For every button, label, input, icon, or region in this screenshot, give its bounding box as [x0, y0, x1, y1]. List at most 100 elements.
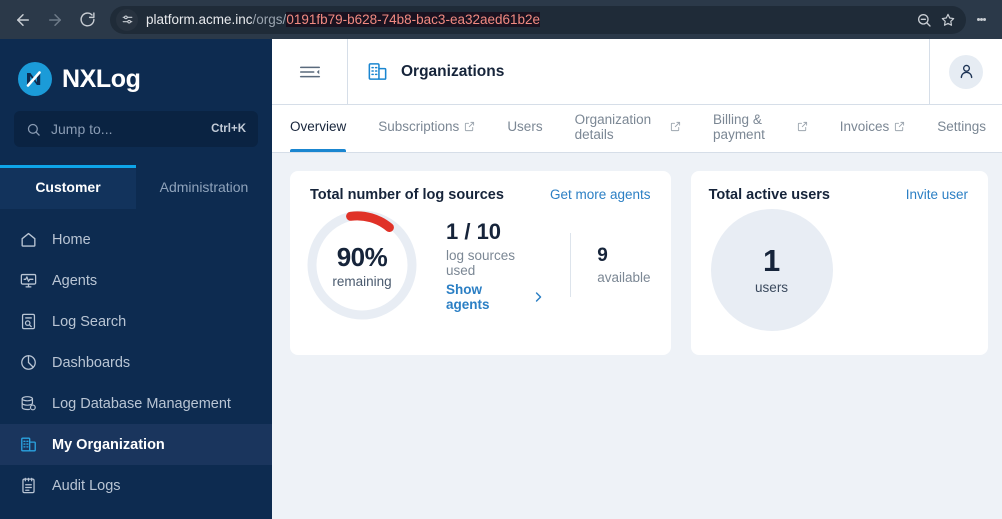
url-text[interactable]: platform.acme.inc/orgs/0191fb79-b628-74b…: [146, 12, 906, 27]
organization-building-icon: [18, 435, 38, 455]
tab-label: Organization details: [574, 111, 652, 142]
sidebar-item-label: Log Database Management: [52, 395, 231, 412]
top-bar: Organizations: [272, 39, 1002, 105]
url-selected-text: 0191fb79-b628-74b8-bac3-ea32aed61b2e: [286, 12, 541, 27]
url-path: /orgs/: [252, 12, 287, 27]
sidebar-item-label: Log Search: [52, 313, 127, 330]
user-menu[interactable]: [930, 39, 1002, 104]
tab-invoices[interactable]: Invoices: [824, 105, 922, 152]
get-more-agents-link[interactable]: Get more agents: [550, 187, 651, 202]
sidebar: NXLog Jump to... Ctrl+K Customer Adminis…: [0, 39, 272, 519]
sidebar-item-home[interactable]: Home: [0, 219, 272, 260]
sidebar-item-agents[interactable]: Agents: [0, 260, 272, 301]
active-users-title: Total active users: [708, 187, 830, 203]
browser-menu-button[interactable]: [968, 5, 994, 35]
star-icon[interactable]: [940, 12, 956, 28]
url-host: platform.acme.inc: [146, 12, 253, 27]
sidebar-item-log-search[interactable]: Log Search: [0, 301, 272, 342]
active-users-label: users: [755, 280, 789, 295]
back-arrow-icon: [17, 13, 29, 26]
site-settings-icon: [122, 15, 132, 24]
sidebar-tab-label: Administration: [159, 179, 249, 195]
tab-organization-details[interactable]: Organization details: [559, 105, 697, 152]
sidebar-tab-label: Customer: [35, 179, 101, 195]
tab-subscriptions[interactable]: Subscriptions: [362, 105, 491, 152]
user-avatar-icon: [960, 64, 972, 79]
show-agents-label: Show agents: [446, 281, 490, 312]
browser-toolbar: platform.acme.inc/orgs/0191fb79-b628-74b…: [0, 0, 1002, 39]
log-sources-available-value: 9: [597, 245, 608, 266]
zoom-out-icon[interactable]: [916, 12, 932, 28]
tab-label: Billing & payment: [713, 111, 765, 142]
tab-settings[interactable]: Settings: [921, 105, 1002, 152]
sidebar-item-dashboards[interactable]: Dashboards: [0, 342, 272, 383]
site-info-button[interactable]: [116, 8, 138, 31]
dashboards-pie-icon: [18, 353, 38, 373]
page-title-text: Organizations: [401, 62, 505, 80]
log-sources-used-value: 1 / 10: [446, 218, 502, 244]
search-icon: [27, 123, 40, 136]
log-sources-available-stat: 9 available: [571, 245, 650, 285]
tab-label: Subscriptions: [378, 119, 460, 134]
active-users-circle-chart: 1 users: [710, 209, 833, 331]
database-icon: [18, 394, 38, 414]
donut-sublabel: remaining: [332, 273, 392, 289]
browser-window: platform.acme.inc/orgs/0191fb79-b628-74b…: [0, 0, 1002, 519]
sidebar-item-my-organization[interactable]: My Organization: [0, 424, 272, 465]
sidebar-tabs: Customer Administration: [0, 165, 272, 209]
reload-button[interactable]: [72, 5, 102, 35]
log-search-icon: [18, 312, 38, 332]
organizations-building-icon: [368, 63, 387, 80]
tab-label: Overview: [290, 119, 347, 134]
main-area: Organizations Overview Subscriptions Use…: [272, 39, 1002, 519]
home-icon: [18, 230, 38, 250]
tab-users[interactable]: Users: [491, 105, 558, 152]
collapse-sidebar-button[interactable]: [272, 39, 347, 104]
brand-name: NXLog: [62, 64, 141, 93]
sidebar-item-audit-logs[interactable]: Audit Logs: [0, 465, 272, 506]
collapse-sidebar-icon: [299, 66, 320, 77]
sidebar-item-label: Dashboards: [52, 354, 131, 371]
external-link-icon: [894, 121, 905, 132]
sidebar-nav: Home Agents Log Search Dashboards Log Da…: [0, 219, 272, 519]
sidebar-item-label: Home: [52, 231, 91, 248]
active-users-card: Total active users Invite user 1 users: [690, 171, 988, 355]
tab-label: Users: [507, 119, 543, 134]
active-users-count: 1: [762, 243, 781, 278]
address-bar[interactable]: platform.acme.inc/orgs/0191fb79-b628-74b…: [110, 5, 966, 34]
sidebar-tab-administration[interactable]: Administration: [136, 165, 272, 209]
external-link-icon: [464, 121, 475, 132]
content-tabs: Overview Subscriptions Users Organizatio…: [272, 105, 1002, 153]
log-sources-title: Total number of log sources: [310, 187, 504, 203]
donut-percent: 90%: [336, 241, 388, 272]
tab-label: Settings: [937, 119, 986, 134]
external-link-icon: [797, 121, 808, 132]
forward-arrow-icon: [49, 13, 61, 26]
tab-billing-payment[interactable]: Billing & payment: [697, 105, 824, 152]
reload-icon: [79, 12, 95, 27]
log-sources-card: Total number of log sources Get more age…: [290, 171, 671, 355]
log-sources-donut-chart: 90% remaining: [304, 207, 420, 323]
search-input[interactable]: Jump to... Ctrl+K: [14, 111, 258, 147]
show-agents-link[interactable]: Show agents: [446, 282, 542, 312]
invite-user-link[interactable]: Invite user: [906, 187, 968, 202]
external-link-icon: [670, 121, 681, 132]
page-title: Organizations: [348, 60, 929, 83]
nxlog-mark-icon: [18, 62, 52, 96]
back-button[interactable]: [8, 5, 38, 35]
sidebar-item-label: Audit Logs: [52, 477, 121, 494]
log-sources-used-label: log sources used: [446, 247, 516, 278]
forward-button[interactable]: [40, 5, 70, 35]
agents-monitor-icon: [18, 271, 38, 291]
chevron-right-icon: [535, 291, 541, 302]
tab-label: Invoices: [839, 119, 890, 134]
sidebar-item-label: My Organization: [52, 436, 165, 453]
log-sources-available-label: available: [597, 270, 651, 285]
overview-content: Total number of log sources Get more age…: [272, 153, 1002, 519]
sidebar-tab-customer[interactable]: Customer: [0, 165, 136, 209]
search-placeholder: Jump to...: [51, 121, 113, 137]
sidebar-item-log-database-management[interactable]: Log Database Management: [0, 383, 272, 424]
tab-overview[interactable]: Overview: [290, 105, 362, 152]
avatar[interactable]: [949, 54, 983, 89]
brand-logo[interactable]: NXLog: [0, 39, 272, 101]
